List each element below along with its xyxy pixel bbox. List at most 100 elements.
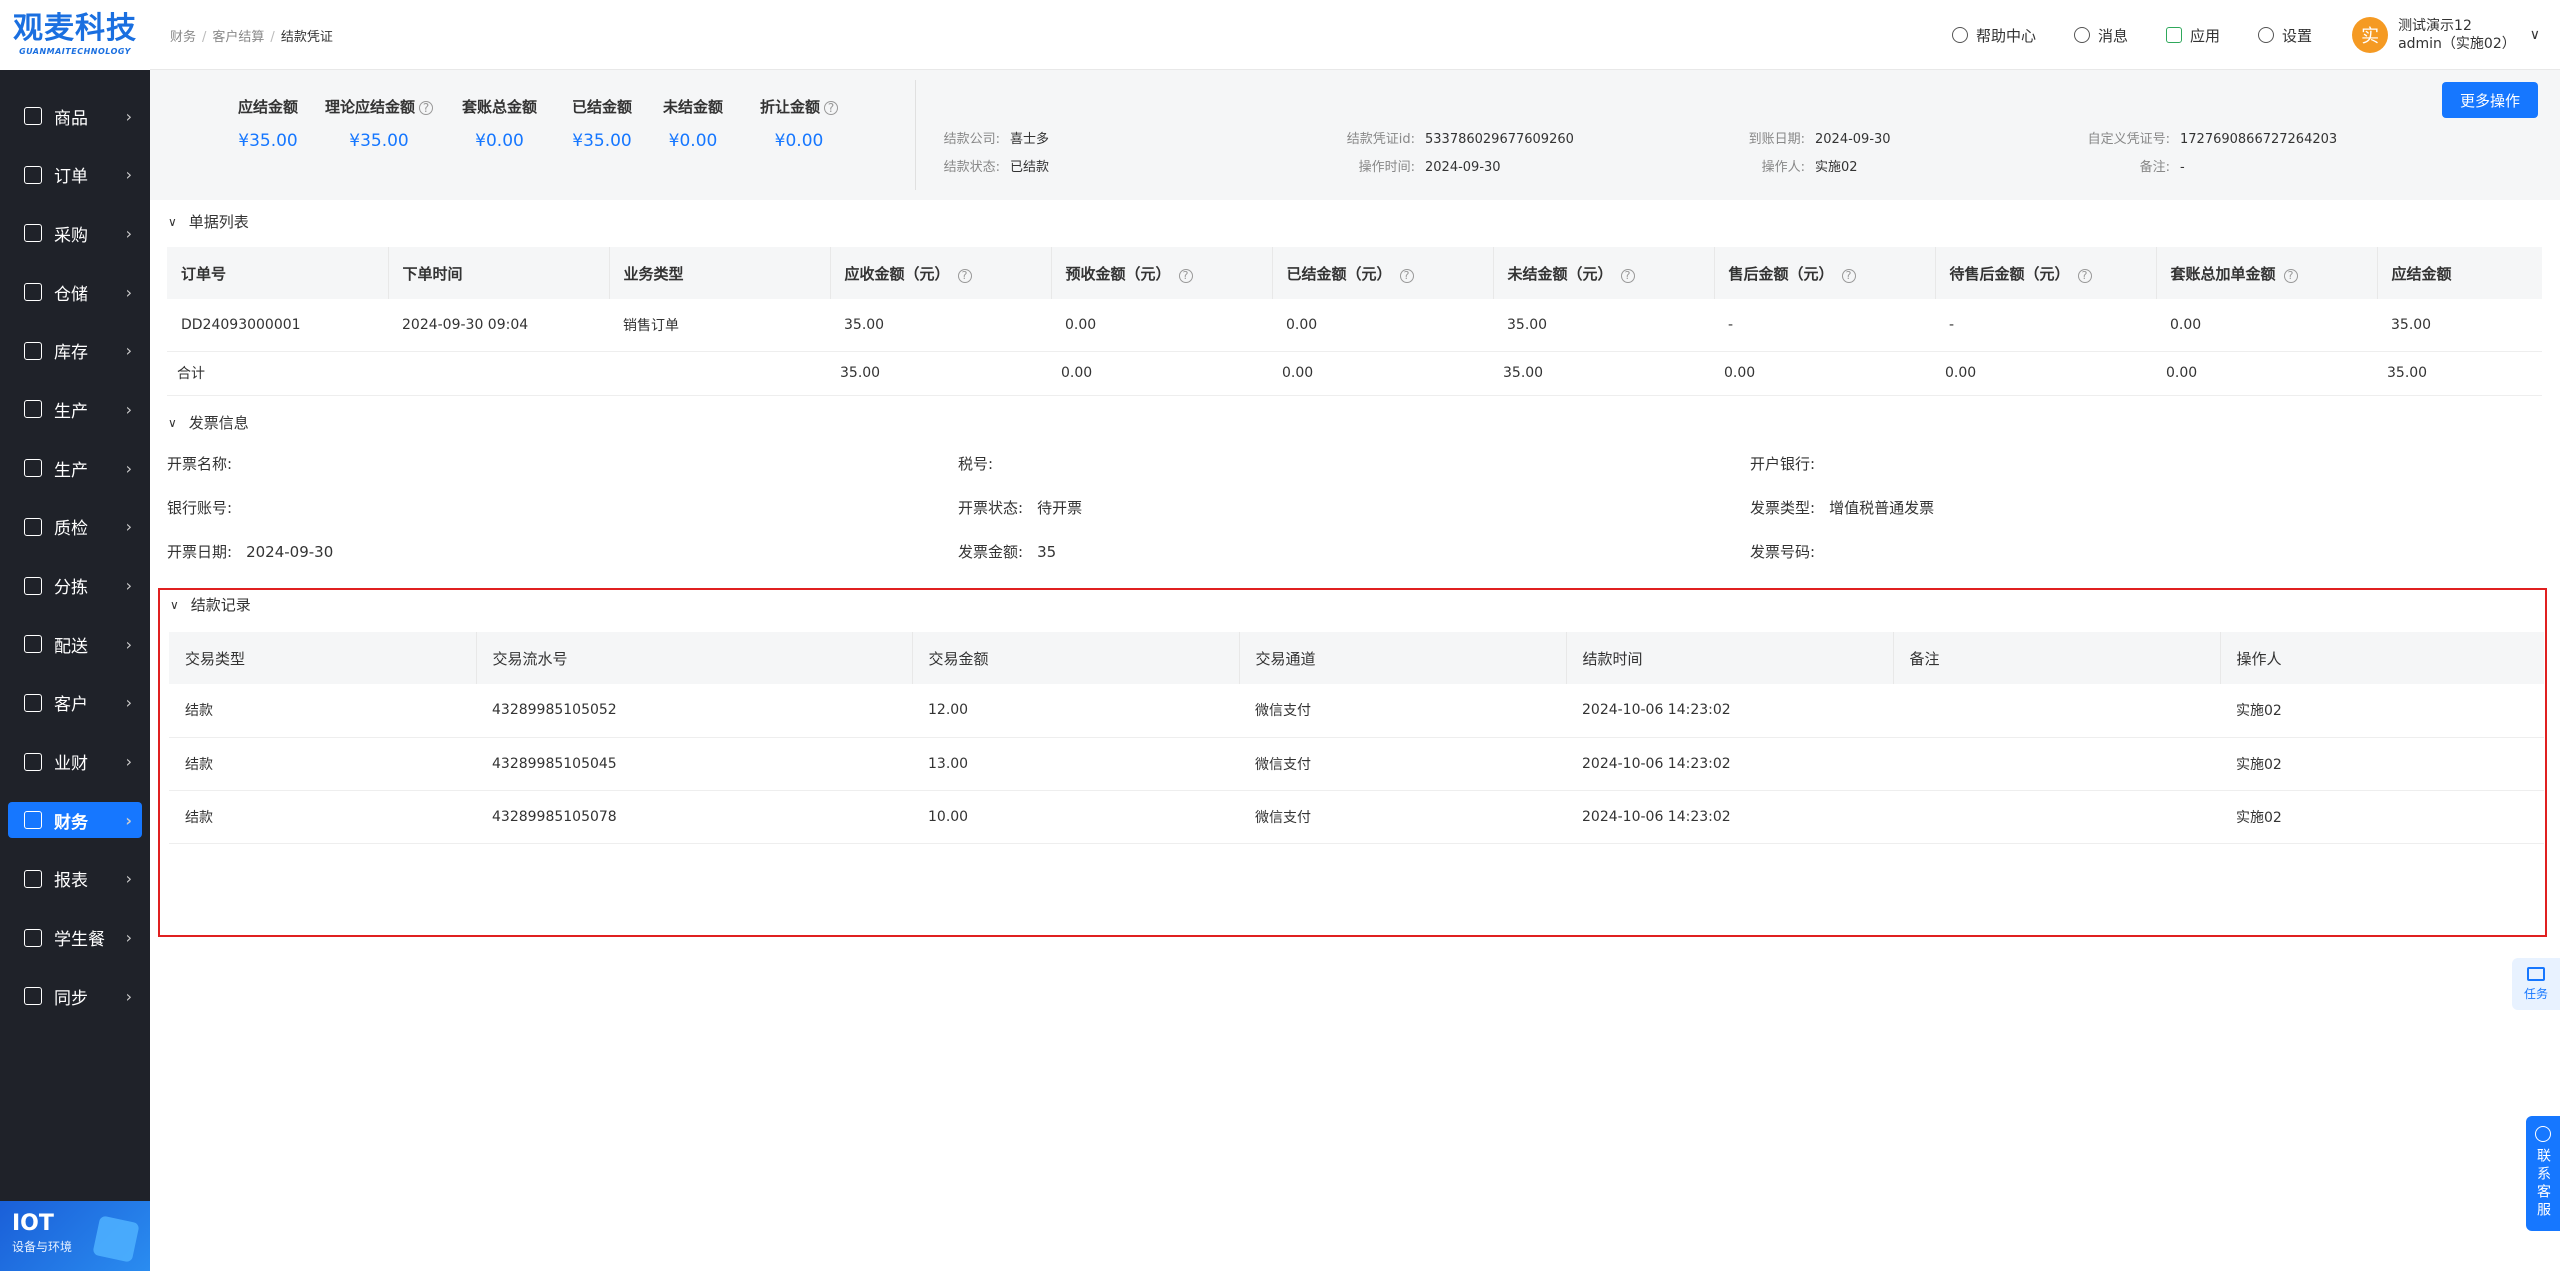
sidebar-item[interactable]: 客户 › (8, 685, 142, 721)
summary-stat-label: 已结金额 (572, 98, 633, 116)
finance-icon (24, 811, 42, 830)
apps-link[interactable]: 应用 (2166, 25, 2220, 46)
invoice-field-label: 开票状态: (958, 499, 1024, 517)
invoice-field-label: 开票名称: (167, 455, 233, 473)
sidebar-item-label: 业财 (54, 754, 88, 775)
table-cell: 微信支付 (1239, 684, 1566, 738)
user-account: admin（实施02） (2398, 36, 2516, 52)
invoice-field: 发票金额: 35 (958, 541, 1056, 562)
user-menu[interactable]: 实 测试演示12 admin（实施02） ∨ (2352, 17, 2540, 53)
sidebar-item[interactable]: 采购 › (8, 215, 142, 251)
summary-stat-label: 套账总金额 (462, 98, 538, 116)
invoice-field-label: 发票类型: (1750, 499, 1816, 517)
chevron-down-icon: ∨ (168, 415, 177, 430)
help-center-link[interactable]: 帮助中心 (1952, 25, 2036, 46)
table-row[interactable]: 结款 43289985105078 10.00 微信支付 2024-10-06 14:2… (169, 790, 2544, 844)
logo[interactable]: 观麦科技 GUANMAITECHNOLOGY (0, 0, 150, 70)
help-icon[interactable]: ? (2077, 268, 2092, 283)
sidebar-item[interactable]: 配送 › (8, 626, 142, 662)
iot-panel[interactable]: IOT 设备与环境 (0, 1201, 150, 1271)
sidebar-item[interactable]: 库存 › (8, 333, 142, 369)
table-cell: DD24093000001 (167, 299, 388, 352)
chevron-right-icon: › (125, 399, 132, 419)
bell-icon (2074, 27, 2091, 43)
total-cell: 35.00 (1493, 351, 1714, 396)
sidebar-item[interactable]: 业财 › (8, 744, 142, 780)
chevron-right-icon: › (125, 928, 132, 948)
logo-subtext: GUANMAITECHNOLOGY (19, 47, 131, 56)
help-icon[interactable]: ? (419, 101, 434, 115)
more-actions-button[interactable]: 更多操作 (2441, 82, 2538, 118)
sidebar-item[interactable]: 学生餐 › (8, 920, 142, 956)
summary-stat: 理论应结金额? ¥35.00 (325, 96, 434, 151)
meta-arrival-date: 到账日期: 2024-09-30 (1748, 132, 1891, 147)
section-title: 发票信息 (188, 414, 249, 432)
total-cell: 0.00 (1272, 351, 1493, 396)
sync-icon (24, 987, 42, 1006)
column-header: 交易金额 (912, 632, 1240, 684)
summary-stat-label: 未结金额 (663, 98, 724, 116)
table-row[interactable]: 结款 43289985105045 13.00 微信支付 2024-10-06 14:2… (169, 737, 2544, 791)
order-list-toggle[interactable]: ∨ 单据列表 (168, 211, 249, 232)
column-header: 备注 (1893, 632, 2221, 684)
invoice-info-toggle[interactable]: ∨ 发票信息 (168, 412, 249, 433)
breadcrumb-item[interactable]: 客户结算 (212, 30, 264, 45)
summary-panel: 应结金额 ¥35.00 理论应结金额? ¥35.00 套账总金额 ¥0.00 已结金额 ¥35… (150, 70, 2560, 200)
sort-icon (24, 576, 42, 595)
task-float-button[interactable]: 任务 (2512, 958, 2560, 1010)
invoice-field: 开票日期: 2024-09-30 (167, 541, 333, 562)
sidebar-item[interactable]: 财务 › (8, 802, 142, 839)
payment-records-toggle[interactable]: ∨ 结款记录 (170, 594, 251, 615)
sidebar-item[interactable]: 质检 › (8, 509, 142, 545)
summary-stat-value: ¥0.00 (668, 131, 718, 151)
column-header: 交易类型 (169, 632, 477, 684)
messages-label: 消息 (2098, 26, 2129, 45)
sidebar-item[interactable]: 生产 › (8, 450, 142, 486)
meta-status: 结款状态: 已结款 (943, 160, 1050, 175)
total-cell (609, 351, 830, 396)
settings-link[interactable]: 设置 (2258, 25, 2312, 46)
help-icon[interactable]: ? (1841, 268, 1856, 283)
column-header: 应结金额 (2377, 247, 2542, 299)
chevron-down-icon: ∨ (2529, 27, 2540, 43)
invoice-field-label: 发票号码: (1750, 543, 1816, 561)
invoice-field: 税号: (958, 453, 1007, 474)
app-icon (2166, 27, 2183, 43)
gear-icon (2258, 27, 2275, 43)
help-icon[interactable]: ? (1178, 268, 1193, 283)
logo-text: 观麦科技 (13, 11, 137, 46)
invoice-field-value: 2024-09-30 (246, 543, 334, 561)
chart-icon (24, 752, 42, 771)
column-header: 已结金额（元）? (1272, 247, 1494, 299)
sidebar-item-label: 生产 (54, 401, 88, 422)
table-row[interactable]: DD24093000001 2024-09-30 09:04 销售订单 35.00 0.… (167, 299, 2542, 352)
breadcrumb-item[interactable]: 财务 (170, 30, 196, 45)
sidebar-item[interactable]: 仓储 › (8, 274, 142, 310)
help-icon[interactable]: ? (957, 268, 972, 283)
sidebar-item-label: 分拣 (54, 578, 88, 598)
sidebar-item[interactable]: 分拣 › (8, 568, 142, 604)
sidebar-item[interactable]: 订单 › (8, 157, 142, 193)
total-cell (388, 351, 609, 396)
chevron-right-icon: › (125, 810, 132, 830)
table-row[interactable]: 结款 43289985105052 12.00 微信支付 2024-10-06 14:2… (169, 684, 2544, 738)
section-title: 结款记录 (190, 596, 251, 614)
warehouse-icon (24, 283, 42, 302)
help-icon[interactable]: ? (1620, 268, 1635, 283)
chevron-down-icon: ∨ (168, 214, 177, 229)
sidebar-item[interactable]: 同步 › (8, 978, 142, 1014)
help-icon[interactable]: ? (2283, 268, 2298, 283)
invoice-field: 开票名称: (167, 453, 246, 474)
help-icon[interactable]: ? (824, 101, 839, 115)
messages-link[interactable]: 消息 (2074, 25, 2128, 46)
help-icon[interactable]: ? (1399, 268, 1414, 283)
table-cell: - (1714, 299, 1935, 352)
sidebar-item[interactable]: 报表 › (8, 861, 142, 897)
user-icon (24, 693, 42, 712)
column-header: 应收金额（元）? (830, 247, 1052, 299)
sidebar-item[interactable]: 商品 › (8, 98, 142, 134)
sidebar-item[interactable]: 生产 › (8, 391, 142, 427)
sidebar-item-label: 商品 (54, 108, 88, 129)
contact-support-button[interactable]: 联系客服 (2526, 1116, 2560, 1231)
table-cell: 13.00 (912, 737, 1239, 791)
